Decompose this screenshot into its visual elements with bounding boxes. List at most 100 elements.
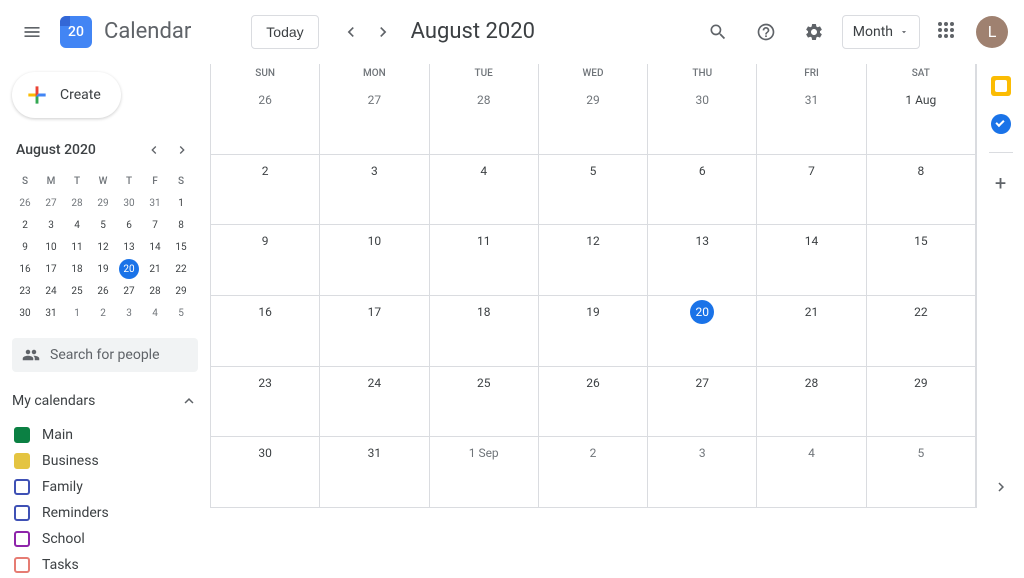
calendar-checkbox[interactable] (14, 505, 30, 521)
day-cell[interactable]: 18 (430, 296, 539, 367)
mini-cal-day[interactable]: 2 (90, 302, 116, 324)
mini-cal-day[interactable]: 1 (64, 302, 90, 324)
day-cell[interactable]: 27 (320, 84, 429, 155)
mini-cal-day[interactable]: 19 (90, 258, 116, 280)
mini-cal-day[interactable]: 16 (12, 258, 38, 280)
day-cell[interactable]: 23 (211, 367, 320, 438)
logo[interactable]: 20 Calendar (60, 16, 191, 48)
day-cell[interactable]: 27 (648, 367, 757, 438)
mini-cal-day[interactable]: 11 (64, 236, 90, 258)
mini-cal-day[interactable]: 18 (64, 258, 90, 280)
day-cell[interactable]: 3 (648, 437, 757, 508)
day-cell[interactable]: 22 (867, 296, 976, 367)
mini-cal-day[interactable]: 3 (38, 214, 64, 236)
mini-cal-day[interactable]: 20 (119, 259, 139, 279)
day-cell[interactable]: 31 (757, 84, 866, 155)
day-cell[interactable]: 21 (757, 296, 866, 367)
day-cell[interactable]: 4 (757, 437, 866, 508)
day-cell[interactable]: 25 (430, 367, 539, 438)
day-cell[interactable]: 19 (539, 296, 648, 367)
calendar-checkbox[interactable] (14, 531, 30, 547)
day-cell[interactable]: 8 (867, 155, 976, 226)
calendar-item[interactable]: Main (12, 422, 198, 448)
mini-cal-day[interactable]: 15 (168, 236, 194, 258)
today-button[interactable]: Today (251, 15, 318, 49)
mini-cal-day[interactable]: 4 (64, 214, 90, 236)
mini-cal-day[interactable]: 30 (12, 302, 38, 324)
mini-cal-day[interactable]: 17 (38, 258, 64, 280)
day-cell[interactable]: 11 (430, 225, 539, 296)
mini-cal-day[interactable]: 9 (12, 236, 38, 258)
mini-prev-button[interactable] (142, 138, 166, 162)
mini-cal-day[interactable]: 29 (168, 280, 194, 302)
day-cell[interactable]: 28 (757, 367, 866, 438)
hide-panel-button[interactable] (992, 478, 1010, 496)
prev-month-button[interactable] (335, 16, 367, 48)
mini-cal-day[interactable]: 14 (142, 236, 168, 258)
mini-cal-day[interactable]: 30 (116, 192, 142, 214)
day-cell[interactable]: 2 (211, 155, 320, 226)
day-cell[interactable]: 24 (320, 367, 429, 438)
mini-cal-day[interactable]: 21 (142, 258, 168, 280)
mini-cal-day[interactable]: 31 (142, 192, 168, 214)
main-menu-button[interactable] (8, 8, 56, 56)
day-cell[interactable]: 6 (648, 155, 757, 226)
mini-cal-day[interactable]: 27 (116, 280, 142, 302)
day-cell[interactable]: 30 (648, 84, 757, 155)
view-selector[interactable]: Month (842, 15, 920, 49)
tasks-addon[interactable] (991, 114, 1011, 134)
mini-cal-day[interactable]: 27 (38, 192, 64, 214)
mini-cal-day[interactable]: 12 (90, 236, 116, 258)
mini-cal-day[interactable]: 29 (90, 192, 116, 214)
day-cell[interactable]: 4 (430, 155, 539, 226)
mini-cal-day[interactable]: 25 (64, 280, 90, 302)
day-cell[interactable]: 20 (648, 296, 757, 367)
mini-cal-day[interactable]: 28 (64, 192, 90, 214)
day-cell[interactable]: 28 (430, 84, 539, 155)
mini-cal-day[interactable]: 24 (38, 280, 64, 302)
mini-cal-day[interactable]: 7 (142, 214, 168, 236)
day-cell[interactable]: 29 (539, 84, 648, 155)
day-cell[interactable]: 13 (648, 225, 757, 296)
mini-cal-day[interactable]: 26 (12, 192, 38, 214)
mini-cal-day[interactable]: 6 (116, 214, 142, 236)
day-cell[interactable]: 26 (539, 367, 648, 438)
calendar-item[interactable]: Reminders (12, 500, 198, 526)
get-addons-button[interactable]: + (995, 171, 1006, 195)
next-month-button[interactable] (367, 16, 399, 48)
mini-cal-day[interactable]: 23 (12, 280, 38, 302)
search-button[interactable] (698, 12, 738, 52)
day-cell[interactable]: 5 (539, 155, 648, 226)
day-cell[interactable]: 29 (867, 367, 976, 438)
day-cell[interactable]: 15 (867, 225, 976, 296)
mini-cal-day[interactable]: 8 (168, 214, 194, 236)
calendar-item[interactable]: Business (12, 448, 198, 474)
keep-addon[interactable] (991, 76, 1011, 96)
account-avatar[interactable]: L (976, 16, 1008, 48)
day-cell[interactable]: 26 (211, 84, 320, 155)
calendar-checkbox[interactable] (14, 479, 30, 495)
mini-cal-day[interactable]: 31 (38, 302, 64, 324)
mini-cal-day[interactable]: 2 (12, 214, 38, 236)
day-cell[interactable]: 7 (757, 155, 866, 226)
my-calendars-toggle[interactable]: My calendars (12, 388, 198, 414)
mini-month-title[interactable]: August 2020 (16, 142, 96, 158)
mini-cal-day[interactable]: 26 (90, 280, 116, 302)
mini-cal-day[interactable]: 5 (90, 214, 116, 236)
day-cell[interactable]: 1 Sep (430, 437, 539, 508)
mini-cal-day[interactable]: 28 (142, 280, 168, 302)
mini-cal-day[interactable]: 3 (116, 302, 142, 324)
day-cell[interactable]: 16 (211, 296, 320, 367)
day-cell[interactable]: 5 (867, 437, 976, 508)
day-cell[interactable]: 10 (320, 225, 429, 296)
day-cell[interactable]: 14 (757, 225, 866, 296)
day-cell[interactable]: 3 (320, 155, 429, 226)
calendar-item[interactable]: School (12, 526, 198, 552)
calendar-checkbox[interactable] (14, 453, 30, 469)
help-button[interactable] (746, 12, 786, 52)
google-apps-button[interactable] (928, 12, 968, 52)
day-cell[interactable]: 17 (320, 296, 429, 367)
mini-cal-day[interactable]: 13 (116, 236, 142, 258)
day-cell[interactable]: 2 (539, 437, 648, 508)
calendar-checkbox[interactable] (14, 557, 30, 573)
